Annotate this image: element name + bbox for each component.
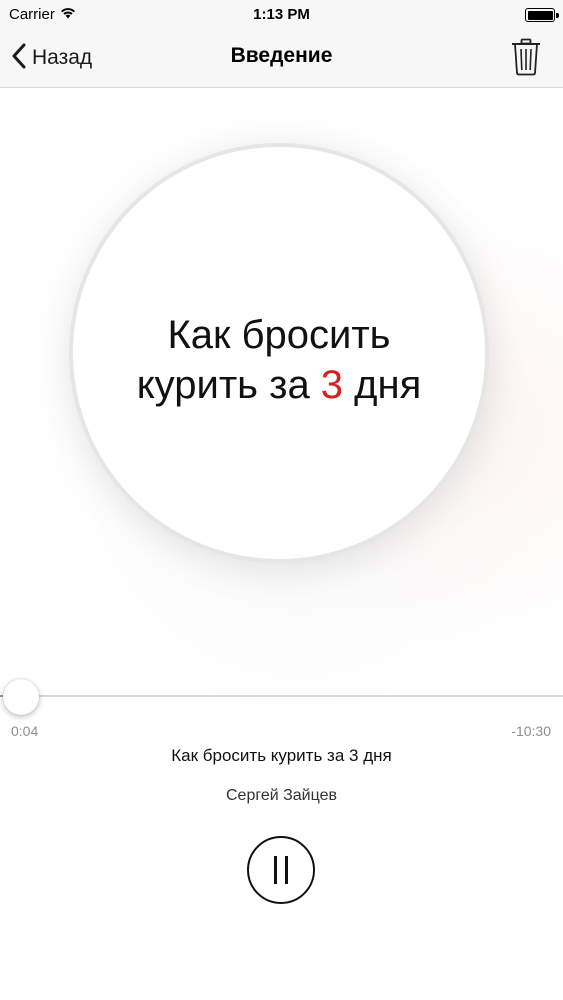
progress-thumb[interactable] (3, 679, 39, 715)
navigation-bar: Назад Введение (0, 30, 563, 88)
battery-level (527, 10, 553, 20)
elapsed-time: 0:04 (11, 723, 39, 739)
cover-title-line2-end: дня (343, 363, 422, 407)
status-time: 1:13 PM (253, 6, 310, 23)
cover-title-number: 3 (320, 363, 344, 407)
status-bar: Carrier 1:13 PM (0, 0, 563, 30)
cover-title-line2: курить за 3 дня (137, 360, 422, 410)
player-screen: Carrier 1:13 PM Назад Введение Как броси… (0, 0, 563, 1000)
progress-track[interactable] (0, 695, 563, 697)
back-label: Назад (32, 46, 93, 69)
track-author: Сергей Зайцев (226, 787, 337, 804)
chevron-left-icon (12, 43, 26, 74)
cover-artwork: Как бросить курить за 3 дня (69, 143, 489, 563)
battery-icon (525, 8, 555, 22)
back-button[interactable]: Назад (12, 42, 92, 74)
pause-icon (274, 856, 277, 884)
pause-icon-bar (285, 856, 288, 884)
trash-icon (511, 38, 541, 80)
pause-button[interactable] (247, 836, 315, 904)
remaining-time: -10:30 (511, 723, 551, 739)
track-title: Как бросить курить за 3 дня (171, 746, 392, 765)
cover-title-line1: Как бросить (167, 313, 391, 357)
cover-title-line2-start: курить за (136, 363, 321, 407)
battery-tip (556, 13, 559, 18)
cover-title: Как бросить курить за 3 дня (137, 310, 422, 410)
delete-button[interactable] (511, 38, 541, 76)
